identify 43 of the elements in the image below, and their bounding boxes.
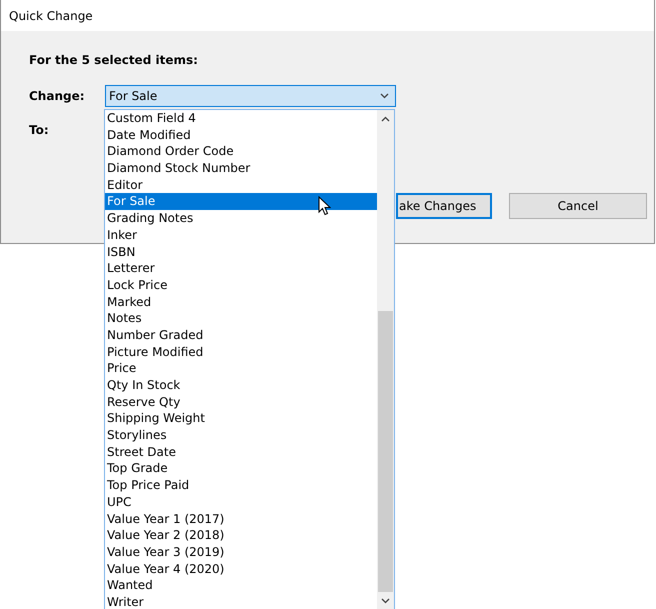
dropdown-option[interactable]: Wanted — [105, 577, 377, 594]
dropdown-option[interactable]: Value Year 2 (2018) — [105, 527, 377, 544]
dropdown-option[interactable]: Notes — [105, 310, 377, 327]
dropdown-option[interactable]: Value Year 3 (2019) — [105, 544, 377, 561]
dropdown-option[interactable]: For Sale — [105, 193, 377, 210]
scrollbar[interactable] — [377, 110, 394, 609]
dropdown-option[interactable]: Storylines — [105, 427, 377, 444]
dropdown-option[interactable]: Qty In Stock — [105, 377, 377, 394]
scrollbar-thumb[interactable] — [378, 311, 393, 592]
dropdown-option[interactable]: UPC — [105, 494, 377, 510]
dropdown-option[interactable]: Custom Field 4 — [105, 110, 377, 127]
section-heading: For the 5 selected items: — [29, 52, 199, 69]
dropdown-option[interactable]: Shipping Weight — [105, 410, 377, 428]
dropdown-option[interactable]: Editor — [105, 176, 377, 194]
dropdown-option[interactable]: Value Year 1 (2017) — [105, 510, 377, 528]
dropdown-option[interactable]: Top Grade — [105, 460, 377, 478]
dropdown-option[interactable]: Date Modified — [105, 126, 377, 144]
dropdown-option[interactable]: ISBN — [105, 244, 377, 260]
window-title: Quick Change — [9, 8, 93, 22]
dropdown-option[interactable]: Reserve Qty — [105, 394, 377, 410]
chevron-down-icon — [380, 93, 389, 99]
scroll-down-icon — [381, 598, 390, 604]
dropdown-option[interactable]: Grading Notes — [105, 210, 377, 227]
dropdown-option[interactable]: Letterer — [105, 260, 377, 277]
dropdown-option[interactable]: Value Year 4 (2020) — [105, 560, 377, 578]
dropdown-option[interactable]: Inker — [105, 226, 377, 244]
dropdown-option[interactable]: Diamond Order Code — [105, 143, 377, 160]
dropdown-option[interactable]: Picture Modified — [105, 344, 377, 360]
dropdown-option[interactable]: Diamond Stock Number — [105, 160, 377, 177]
to-label: To: — [29, 123, 50, 137]
dropdown-option[interactable]: Number Graded — [105, 326, 377, 344]
change-label: Change: — [29, 89, 86, 103]
dropdown-option[interactable]: Lock Price — [105, 276, 377, 294]
make-changes-button[interactable]: ake Changes — [396, 193, 492, 219]
dropdown-option[interactable]: Price — [105, 360, 377, 377]
dropdown-option[interactable]: Writer — [105, 594, 377, 609]
dropdown-option[interactable]: Street Date — [105, 444, 377, 460]
change-dropdown[interactable]: For Sale — [105, 85, 396, 107]
cancel-button[interactable]: Cancel — [509, 193, 647, 219]
scroll-up-icon — [381, 116, 390, 122]
dropdown-option[interactable]: Top Price Paid — [105, 477, 377, 494]
dropdown-option[interactable]: Marked — [105, 294, 377, 310]
mouse-pointer-icon — [318, 196, 331, 216]
